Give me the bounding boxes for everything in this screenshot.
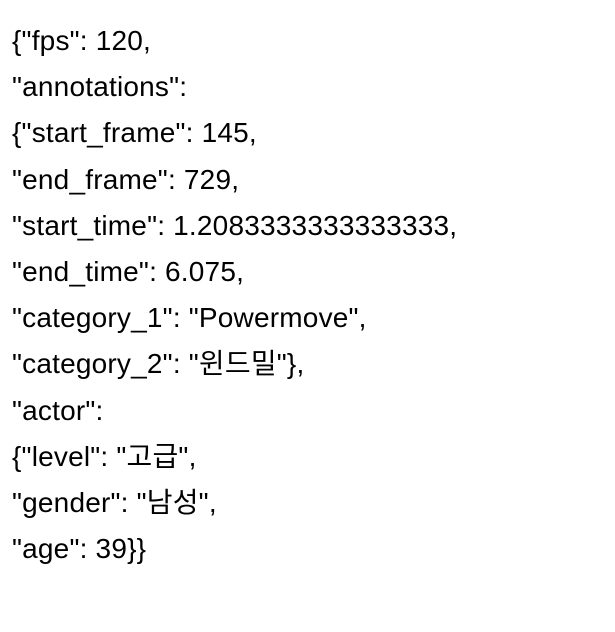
json-line-4: "start_time": 1.2083333333333333,	[12, 203, 603, 249]
json-line-11: "age": 39}}	[12, 526, 603, 572]
json-line-8: "actor":	[12, 388, 603, 434]
json-line-7: "category_2": "윈드밀"},	[12, 341, 603, 387]
json-line-6: "category_1": "Powermove",	[12, 295, 603, 341]
json-line-10: "gender": "남성",	[12, 480, 603, 526]
json-line-3: "end_frame": 729,	[12, 157, 603, 203]
json-line-9: {"level": "고급",	[12, 434, 603, 480]
json-line-1: "annotations":	[12, 64, 603, 110]
json-line-5: "end_time": 6.075,	[12, 249, 603, 295]
json-line-2: {"start_frame": 145,	[12, 110, 603, 156]
json-line-0: {"fps": 120,	[12, 18, 603, 64]
